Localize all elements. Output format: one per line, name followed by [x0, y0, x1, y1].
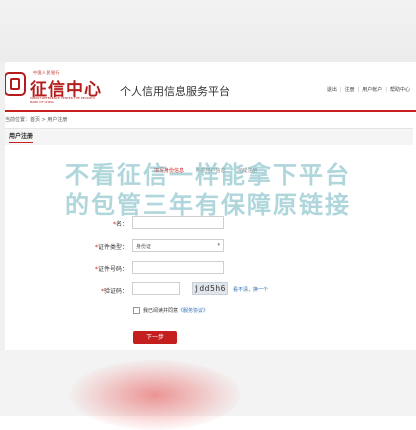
- captcha-label: *验证码：: [100, 288, 128, 295]
- captcha-image[interactable]: jdd5h6: [192, 282, 228, 295]
- agree-text: 我已阅读并同意: [143, 308, 179, 314]
- name-label: *名：: [112, 221, 128, 228]
- site-header: 中国人民银行 征信中心 CREDIT REFERENCE CENTER THE …: [0, 62, 416, 112]
- id-type-label: *证件类型：: [94, 244, 128, 251]
- section-bar: 用户注册: [5, 128, 413, 145]
- section-title: 用户注册: [9, 131, 34, 143]
- captcha-input[interactable]: [132, 282, 180, 295]
- id-number-label: *证件号码：: [94, 266, 128, 273]
- name-input[interactable]: [132, 216, 224, 229]
- top-blurred-band: [0, 0, 416, 62]
- bottom-red-blur: [70, 360, 240, 430]
- link-register[interactable]: 注册: [343, 87, 357, 93]
- next-step-button[interactable]: 下一步: [133, 331, 177, 344]
- link-user-account[interactable]: 用户帐户: [360, 87, 384, 93]
- link-logout[interactable]: 退出: [325, 87, 339, 93]
- breadcrumb: 当前位置：首页 > 用户注册: [5, 117, 68, 123]
- id-number-input[interactable]: [132, 261, 224, 274]
- chevron-down-icon: ▾: [217, 242, 220, 248]
- captcha-refresh-link[interactable]: 看不清，换一个: [233, 286, 268, 293]
- agree-checkbox[interactable]: [133, 307, 140, 314]
- registration-steps: 填写身份信息 补充用户信息 完成注册: [154, 167, 267, 174]
- id-type-value: 身份证: [136, 244, 152, 250]
- agreement-row: 我已阅读并同意《服务协议》: [133, 307, 208, 314]
- logo-english: CREDIT REFERENCE CENTER THE PEOPLE'S BAN…: [30, 96, 95, 104]
- step-1: 填写身份信息: [154, 168, 185, 174]
- service-agreement-link[interactable]: 《服务协议》: [178, 308, 208, 314]
- site-title: 个人信用信息服务平台: [120, 85, 230, 98]
- id-type-select[interactable]: 身份证 ▾: [132, 239, 224, 252]
- step-2: 补充用户信息: [195, 168, 226, 174]
- top-links: 退出 | 注册 | 用户帐户 | 帮助中心: [325, 87, 412, 93]
- credit-center-seal-icon: [4, 72, 26, 96]
- link-help-center[interactable]: 帮助中心: [388, 87, 412, 93]
- step-3: 完成注册: [237, 168, 258, 174]
